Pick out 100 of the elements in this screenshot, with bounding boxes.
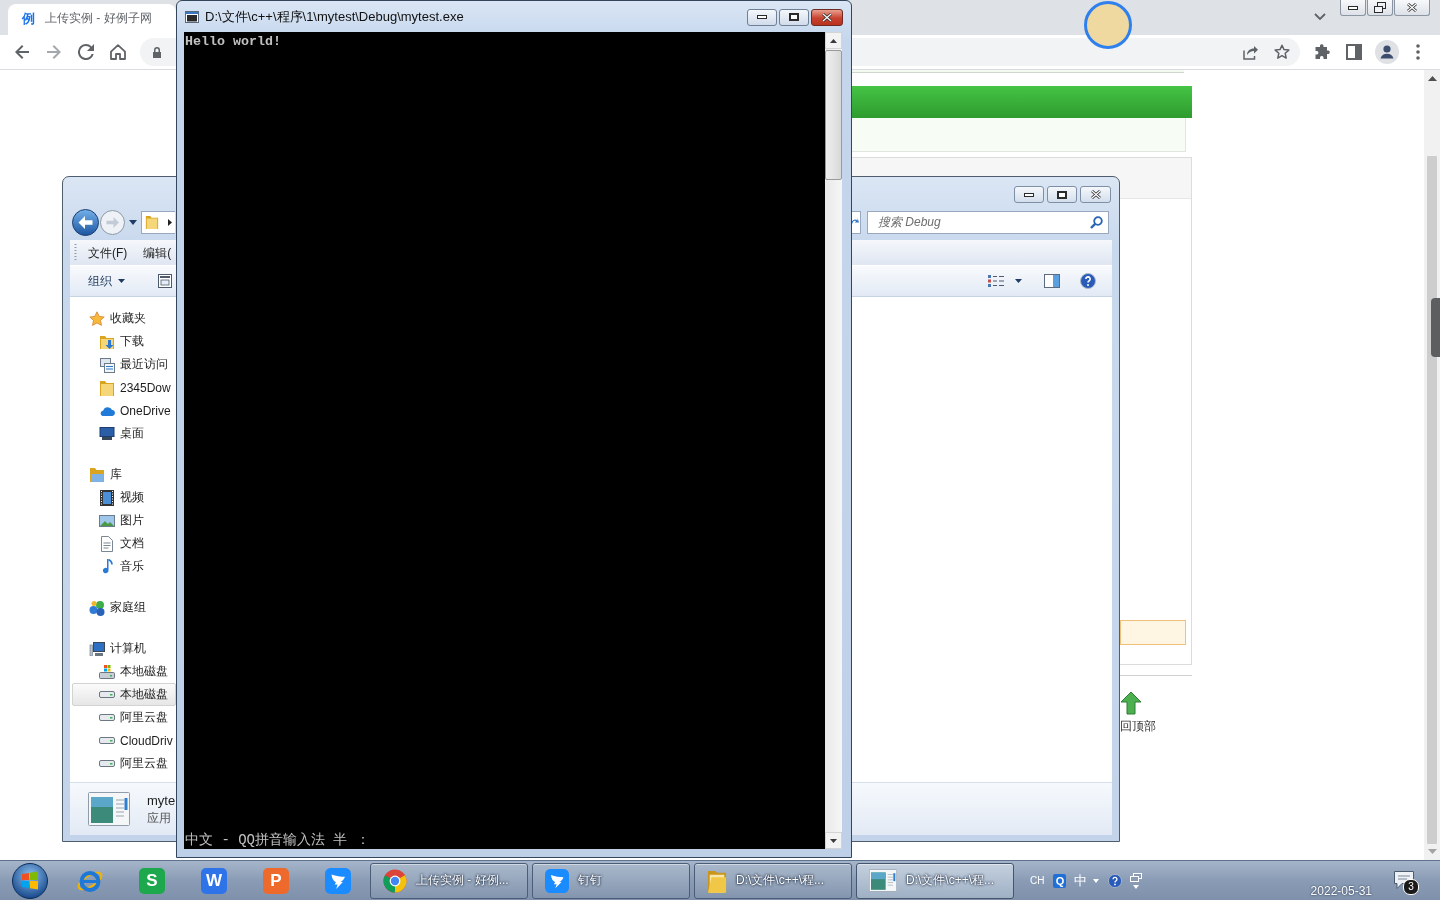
drive-icon bbox=[99, 760, 115, 767]
profile-icon[interactable] bbox=[1375, 40, 1399, 64]
notice-strip bbox=[1120, 620, 1186, 645]
system-drive-icon bbox=[99, 664, 115, 679]
close-button[interactable] bbox=[1394, 0, 1430, 16]
caret-down-icon[interactable] bbox=[129, 219, 137, 225]
restore-icon bbox=[1374, 2, 1386, 13]
share-icon[interactable] bbox=[1242, 44, 1258, 60]
nav-item[interactable]: 音乐 bbox=[72, 555, 176, 578]
up-arrow-icon[interactable] bbox=[1120, 691, 1142, 715]
photo-placeholder bbox=[1084, 1, 1132, 49]
address-field[interactable] bbox=[141, 210, 175, 234]
chevron-right-icon[interactable] bbox=[168, 218, 172, 226]
start-orb-icon[interactable] bbox=[11, 862, 48, 899]
menu-item[interactable]: 编辑( bbox=[143, 244, 172, 261]
side-handle[interactable] bbox=[1431, 298, 1440, 357]
chevron-down-icon[interactable] bbox=[1314, 13, 1326, 20]
maximize-icon bbox=[1057, 190, 1067, 199]
nav-item[interactable]: OneDrive bbox=[72, 399, 176, 422]
wing-logo-icon bbox=[545, 868, 569, 893]
address-field[interactable] bbox=[140, 38, 176, 66]
close-icon bbox=[1407, 3, 1417, 12]
ime-status-text: 中文 - QQ拼音输入法 半 ： bbox=[185, 832, 370, 848]
puzzle-icon[interactable] bbox=[1314, 44, 1330, 60]
minimize-button[interactable] bbox=[1340, 0, 1366, 16]
document-stack-icon bbox=[99, 356, 115, 373]
home-icon[interactable] bbox=[110, 44, 126, 60]
nav-item[interactable]: 家庭组 bbox=[72, 596, 176, 619]
minimize-icon bbox=[1348, 5, 1358, 10]
nav-item[interactable]: 本地磁盘 bbox=[72, 683, 176, 706]
cloud-icon bbox=[99, 405, 115, 416]
search-icon[interactable] bbox=[1090, 215, 1103, 229]
close-icon bbox=[1090, 190, 1101, 199]
nav-item[interactable]: 阿里云盘 bbox=[72, 752, 176, 775]
grip-icon bbox=[74, 243, 77, 262]
reload-icon[interactable] bbox=[78, 44, 94, 60]
minimize-button[interactable] bbox=[1014, 186, 1044, 203]
close-button[interactable] bbox=[1080, 186, 1111, 203]
address-field[interactable] bbox=[852, 38, 1300, 66]
star-icon[interactable] bbox=[1274, 44, 1290, 60]
star-icon bbox=[89, 310, 105, 327]
nav-item[interactable]: 计算机 bbox=[72, 637, 176, 660]
minimize-icon bbox=[1024, 192, 1034, 197]
help-icon[interactable] bbox=[1108, 873, 1123, 888]
scroll-up-icon[interactable] bbox=[1427, 76, 1437, 81]
app-window-icon bbox=[869, 869, 897, 892]
restore-button[interactable] bbox=[1367, 0, 1393, 16]
drive-icon bbox=[99, 737, 115, 744]
console-scrollbar[interactable] bbox=[825, 32, 842, 849]
app-window-icon bbox=[88, 792, 130, 826]
nav-item[interactable]: 最近访问 bbox=[72, 353, 176, 376]
nav-item[interactable]: 下载 bbox=[72, 330, 176, 353]
help-icon[interactable] bbox=[1080, 273, 1096, 289]
menu-item[interactable]: 文件(F) bbox=[88, 244, 128, 261]
minimize-button[interactable] bbox=[747, 8, 777, 26]
film-icon bbox=[100, 489, 114, 506]
file-type: 应用 bbox=[147, 811, 172, 825]
back-icon[interactable] bbox=[14, 44, 30, 60]
nav-item[interactable]: CloudDriv bbox=[72, 729, 176, 752]
nav-item[interactable]: 2345Dow bbox=[72, 376, 176, 399]
page-scrollbar[interactable] bbox=[1424, 70, 1440, 860]
menu-icon[interactable] bbox=[1416, 44, 1420, 60]
scrollbar-thumb[interactable] bbox=[1427, 156, 1437, 844]
maximize-button[interactable] bbox=[779, 8, 809, 26]
back-to-top-link[interactable]: 回顶部 bbox=[1120, 719, 1156, 733]
browser-tab[interactable]: 例 上传实例 - 好例子网 bbox=[8, 4, 176, 35]
ime-logo[interactable]: Q bbox=[1053, 873, 1067, 888]
caret-down-icon bbox=[118, 279, 125, 283]
nav-item[interactable]: 文档 bbox=[72, 532, 176, 555]
wing-logo-icon[interactable] bbox=[325, 867, 351, 894]
nav-item[interactable]: 桌面 bbox=[72, 422, 176, 445]
maximize-button[interactable] bbox=[1047, 186, 1077, 203]
download-folder-icon bbox=[99, 333, 115, 350]
search-field[interactable]: 搜索 Debug bbox=[867, 210, 1109, 234]
caret-down-icon[interactable] bbox=[1015, 279, 1022, 283]
side-panel-icon[interactable] bbox=[1346, 44, 1362, 60]
preview-pane-icon[interactable] bbox=[1044, 274, 1060, 288]
nav-item[interactable]: 视频 bbox=[72, 486, 176, 509]
organize-menu-button[interactable]: 组织 bbox=[88, 272, 125, 290]
favicon: 例 bbox=[22, 11, 35, 26]
app-launcher[interactable]: W bbox=[201, 867, 227, 894]
window-icon[interactable] bbox=[158, 274, 172, 288]
picture-icon bbox=[99, 514, 115, 527]
nav-item[interactable]: 库 bbox=[72, 463, 176, 486]
window-title: D:\文件\c++\程序\1\mytest\Debug\mytest.exe bbox=[205, 7, 464, 26]
monitor-icon bbox=[99, 427, 115, 440]
nav-item[interactable]: 收藏夹 bbox=[72, 307, 176, 330]
nav-item[interactable]: 本地磁盘 bbox=[72, 660, 176, 683]
scroll-down-icon[interactable] bbox=[830, 838, 837, 843]
scroll-up-icon[interactable] bbox=[830, 38, 837, 43]
folder-icon bbox=[145, 214, 159, 230]
network-balls-icon bbox=[89, 599, 105, 616]
console-app-icon bbox=[185, 10, 199, 23]
view-list-icon[interactable] bbox=[988, 275, 1004, 287]
nav-item[interactable]: 阿里云盘 bbox=[72, 706, 176, 729]
scrollbar-thumb[interactable] bbox=[825, 50, 842, 180]
windows-pair-icon[interactable] bbox=[1130, 872, 1143, 889]
close-button[interactable] bbox=[811, 8, 843, 26]
nav-item[interactable]: 图片 bbox=[72, 509, 176, 532]
document-icon bbox=[101, 535, 113, 552]
